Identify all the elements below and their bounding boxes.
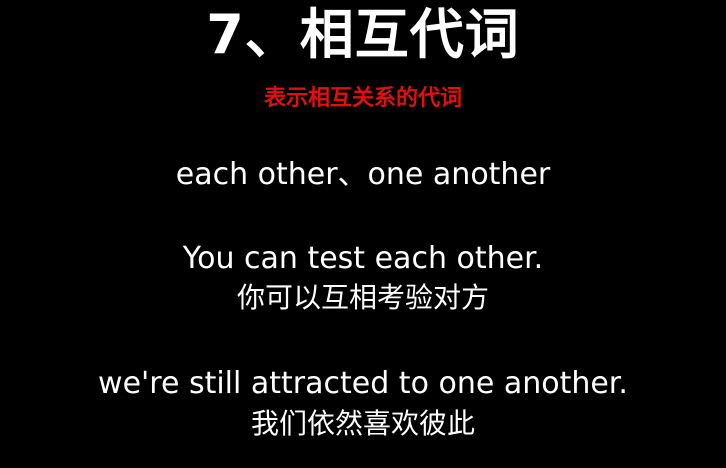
- example-1-english: You can test each other.: [182, 241, 544, 276]
- example-2-english: we're still attracted to one another.: [98, 366, 628, 401]
- slide-title: 7、相互代词: [206, 3, 520, 66]
- phrase-text: each other、one another: [175, 157, 551, 192]
- slide-subtitle: 表示相互关系的代词: [263, 86, 462, 111]
- example-2-chinese: 我们依然喜欢彼此: [250, 407, 475, 440]
- slide: 7、相互代词 表示相互关系的代词 each other、one another …: [0, 0, 726, 468]
- example-1-chinese: 你可以互相考验对方: [236, 281, 489, 314]
